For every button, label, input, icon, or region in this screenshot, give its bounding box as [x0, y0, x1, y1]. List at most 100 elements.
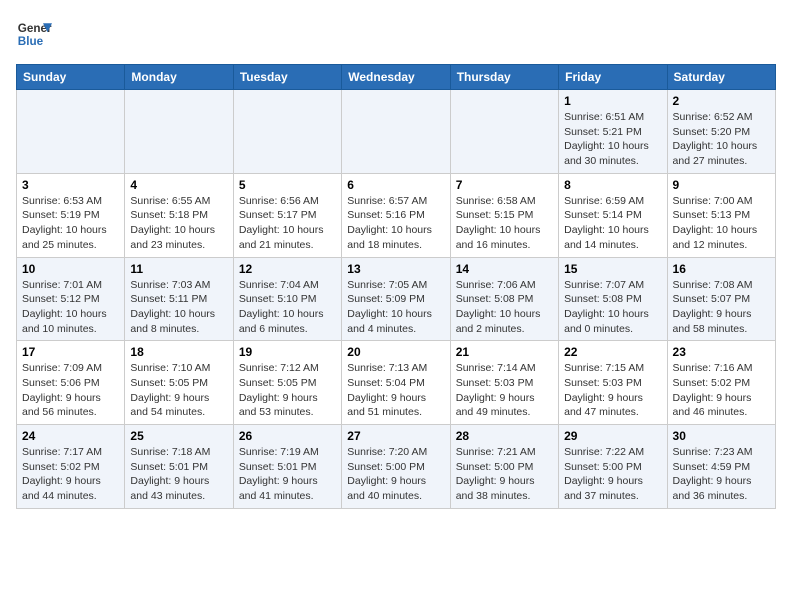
- day-info: Sunrise: 7:07 AM Sunset: 5:08 PM Dayligh…: [564, 278, 661, 337]
- day-cell: 11 Sunrise: 7:03 AM Sunset: 5:11 PM Dayli…: [125, 257, 233, 341]
- day-number: 18: [130, 345, 227, 359]
- day-cell: 15 Sunrise: 7:07 AM Sunset: 5:08 PM Dayli…: [559, 257, 667, 341]
- day-cell: 22Sunrise: 7:15 AM Sunset: 5:03 PM Dayli…: [559, 341, 667, 425]
- day-cell: 26 Sunrise: 7:19 AM Sunset: 5:01 PM Dayli…: [233, 425, 341, 509]
- day-info: Sunrise: 7:18 AM Sunset: 5:01 PM Dayligh…: [130, 445, 227, 504]
- day-info: Sunrise: 7:06 AM Sunset: 5:08 PM Dayligh…: [456, 278, 553, 337]
- day-number: 30: [673, 429, 770, 443]
- day-cell: 9Sunrise: 7:00 AM Sunset: 5:13 PM Daylig…: [667, 173, 775, 257]
- logo-icon: General Blue: [16, 16, 52, 52]
- day-cell: 28 Sunrise: 7:21 AM Sunset: 5:00 PM Dayli…: [450, 425, 558, 509]
- col-header-monday: Monday: [125, 65, 233, 90]
- day-cell: 10 Sunrise: 7:01 AM Sunset: 5:12 PM Dayli…: [17, 257, 125, 341]
- day-info: Sunrise: 7:03 AM Sunset: 5:11 PM Dayligh…: [130, 278, 227, 337]
- day-cell: 4 Sunrise: 6:55 AM Sunset: 5:18 PM Daylig…: [125, 173, 233, 257]
- day-number: 1: [564, 94, 661, 108]
- day-cell: 30 Sunrise: 7:23 AM Sunset: 4:59 PM Dayli…: [667, 425, 775, 509]
- day-number: 8: [564, 178, 661, 192]
- day-cell: 6 Sunrise: 6:57 AM Sunset: 5:16 PM Daylig…: [342, 173, 450, 257]
- day-cell: 24 Sunrise: 7:17 AM Sunset: 5:02 PM Dayli…: [17, 425, 125, 509]
- day-number: 3: [22, 178, 119, 192]
- day-number: 13: [347, 262, 444, 276]
- day-cell: 1 Sunrise: 6:51 AM Sunset: 5:21 PM Daylig…: [559, 90, 667, 174]
- day-number: 15: [564, 262, 661, 276]
- day-info: Sunrise: 6:55 AM Sunset: 5:18 PM Dayligh…: [130, 194, 227, 253]
- day-cell: 3 Sunrise: 6:53 AM Sunset: 5:19 PM Daylig…: [17, 173, 125, 257]
- day-number: 26: [239, 429, 336, 443]
- day-number: 11: [130, 262, 227, 276]
- day-cell: 18 Sunrise: 7:10 AM Sunset: 5:05 PM Dayli…: [125, 341, 233, 425]
- week-row-2: 3 Sunrise: 6:53 AM Sunset: 5:19 PM Daylig…: [17, 173, 776, 257]
- col-header-saturday: Saturday: [667, 65, 775, 90]
- day-number: 23: [673, 345, 770, 359]
- day-cell: [125, 90, 233, 174]
- day-cell: 8 Sunrise: 6:59 AM Sunset: 5:14 PM Daylig…: [559, 173, 667, 257]
- day-number: 6: [347, 178, 444, 192]
- day-number: 20: [347, 345, 444, 359]
- day-cell: 27Sunrise: 7:20 AM Sunset: 5:00 PM Dayli…: [342, 425, 450, 509]
- day-number: 27: [347, 429, 444, 443]
- day-number: 14: [456, 262, 553, 276]
- col-header-wednesday: Wednesday: [342, 65, 450, 90]
- day-info: Sunrise: 7:21 AM Sunset: 5:00 PM Dayligh…: [456, 445, 553, 504]
- day-info: Sunrise: 7:12 AM Sunset: 5:05 PM Dayligh…: [239, 361, 336, 420]
- day-info: Sunrise: 7:16 AM Sunset: 5:02 PM Dayligh…: [673, 361, 770, 420]
- day-number: 9: [673, 178, 770, 192]
- day-cell: 20Sunrise: 7:13 AM Sunset: 5:04 PM Dayli…: [342, 341, 450, 425]
- day-cell: 25 Sunrise: 7:18 AM Sunset: 5:01 PM Dayli…: [125, 425, 233, 509]
- day-info: Sunrise: 6:53 AM Sunset: 5:19 PM Dayligh…: [22, 194, 119, 253]
- day-number: 28: [456, 429, 553, 443]
- day-info: Sunrise: 7:04 AM Sunset: 5:10 PM Dayligh…: [239, 278, 336, 337]
- svg-text:Blue: Blue: [18, 35, 44, 48]
- day-number: 5: [239, 178, 336, 192]
- calendar-table: SundayMondayTuesdayWednesdayThursdayFrid…: [16, 64, 776, 509]
- day-cell: 2 Sunrise: 6:52 AM Sunset: 5:20 PM Daylig…: [667, 90, 775, 174]
- day-number: 24: [22, 429, 119, 443]
- day-cell: 29 Sunrise: 7:22 AM Sunset: 5:00 PM Dayli…: [559, 425, 667, 509]
- day-number: 16: [673, 262, 770, 276]
- day-number: 25: [130, 429, 227, 443]
- day-info: Sunrise: 7:23 AM Sunset: 4:59 PM Dayligh…: [673, 445, 770, 504]
- week-row-5: 24 Sunrise: 7:17 AM Sunset: 5:02 PM Dayli…: [17, 425, 776, 509]
- day-info: Sunrise: 6:57 AM Sunset: 5:16 PM Dayligh…: [347, 194, 444, 253]
- day-cell: 5 Sunrise: 6:56 AM Sunset: 5:17 PM Daylig…: [233, 173, 341, 257]
- day-number: 10: [22, 262, 119, 276]
- day-number: 2: [673, 94, 770, 108]
- day-info: Sunrise: 7:09 AM Sunset: 5:06 PM Dayligh…: [22, 361, 119, 420]
- day-info: Sunrise: 7:10 AM Sunset: 5:05 PM Dayligh…: [130, 361, 227, 420]
- day-number: 29: [564, 429, 661, 443]
- day-cell: [17, 90, 125, 174]
- week-row-1: 1 Sunrise: 6:51 AM Sunset: 5:21 PM Daylig…: [17, 90, 776, 174]
- day-info: Sunrise: 6:56 AM Sunset: 5:17 PM Dayligh…: [239, 194, 336, 253]
- day-info: Sunrise: 6:52 AM Sunset: 5:20 PM Dayligh…: [673, 110, 770, 169]
- day-number: 4: [130, 178, 227, 192]
- header-row: SundayMondayTuesdayWednesdayThursdayFrid…: [17, 65, 776, 90]
- day-info: Sunrise: 7:01 AM Sunset: 5:12 PM Dayligh…: [22, 278, 119, 337]
- day-info: Sunrise: 6:58 AM Sunset: 5:15 PM Dayligh…: [456, 194, 553, 253]
- day-info: Sunrise: 7:15 AM Sunset: 5:03 PM Dayligh…: [564, 361, 661, 420]
- day-cell: [342, 90, 450, 174]
- day-number: 12: [239, 262, 336, 276]
- day-cell: 17 Sunrise: 7:09 AM Sunset: 5:06 PM Dayli…: [17, 341, 125, 425]
- day-info: Sunrise: 7:22 AM Sunset: 5:00 PM Dayligh…: [564, 445, 661, 504]
- page-header: General Blue: [16, 16, 776, 52]
- day-cell: 21 Sunrise: 7:14 AM Sunset: 5:03 PM Dayli…: [450, 341, 558, 425]
- day-info: Sunrise: 6:51 AM Sunset: 5:21 PM Dayligh…: [564, 110, 661, 169]
- day-cell: 12 Sunrise: 7:04 AM Sunset: 5:10 PM Dayli…: [233, 257, 341, 341]
- day-number: 21: [456, 345, 553, 359]
- day-info: Sunrise: 6:59 AM Sunset: 5:14 PM Dayligh…: [564, 194, 661, 253]
- week-row-4: 17 Sunrise: 7:09 AM Sunset: 5:06 PM Dayli…: [17, 341, 776, 425]
- day-info: Sunrise: 7:17 AM Sunset: 5:02 PM Dayligh…: [22, 445, 119, 504]
- col-header-thursday: Thursday: [450, 65, 558, 90]
- col-header-sunday: Sunday: [17, 65, 125, 90]
- logo: General Blue: [16, 16, 52, 52]
- day-info: Sunrise: 7:19 AM Sunset: 5:01 PM Dayligh…: [239, 445, 336, 504]
- day-cell: 19 Sunrise: 7:12 AM Sunset: 5:05 PM Dayli…: [233, 341, 341, 425]
- day-info: Sunrise: 7:14 AM Sunset: 5:03 PM Dayligh…: [456, 361, 553, 420]
- day-cell: [450, 90, 558, 174]
- day-cell: [233, 90, 341, 174]
- day-number: 17: [22, 345, 119, 359]
- day-cell: 13Sunrise: 7:05 AM Sunset: 5:09 PM Dayli…: [342, 257, 450, 341]
- day-cell: 7Sunrise: 6:58 AM Sunset: 5:15 PM Daylig…: [450, 173, 558, 257]
- day-number: 19: [239, 345, 336, 359]
